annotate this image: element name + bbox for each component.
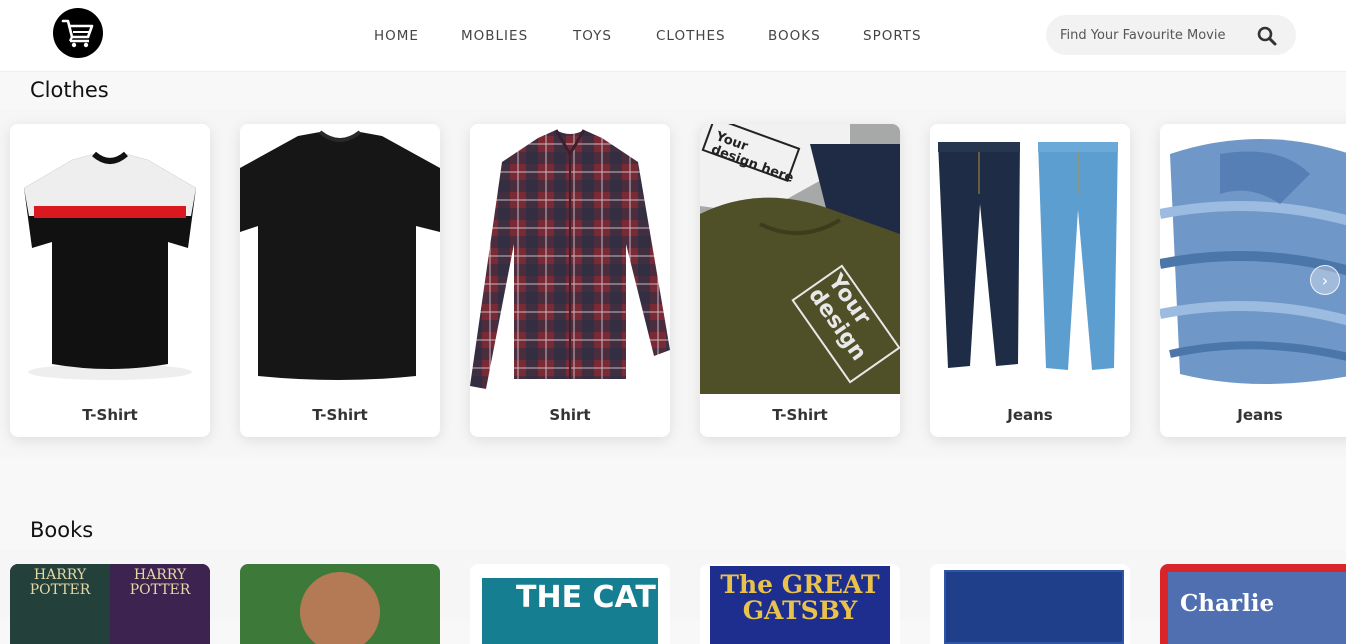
product-name: T-Shirt	[312, 406, 368, 424]
book-title: Charlie	[1180, 590, 1275, 617]
product-card[interactable]: Your design here Your design T-Shirt	[700, 124, 900, 437]
book-title: HARRY POTTER	[129, 567, 191, 598]
section-title-books: Books	[30, 518, 94, 542]
search-input[interactable]	[1060, 15, 1256, 55]
nav-link-home[interactable]: HOME	[374, 28, 419, 44]
chevron-left-icon: ‹	[21, 270, 29, 290]
navbar: HOME MOBLIES TOYS CLOTHES BOOKS SPORTS	[0, 0, 1346, 72]
nav-link-books[interactable]: BOOKS	[768, 28, 821, 44]
nav-link-sports[interactable]: SPORTS	[863, 28, 922, 44]
book-title: The GREAT GATSBY	[720, 570, 880, 625]
product-name: T-Shirt	[82, 406, 138, 424]
book-card[interactable]	[930, 564, 1130, 644]
nav-link-mobiles[interactable]: MOBLIES	[461, 28, 528, 44]
book-card[interactable]: THE CAT	[470, 564, 670, 644]
tshirt-image	[10, 124, 210, 394]
nav-link-clothes[interactable]: CLOTHES	[656, 28, 726, 44]
search-icon[interactable]	[1256, 25, 1278, 47]
carousel-next-button[interactable]: ›	[1310, 265, 1340, 295]
product-name: Shirt	[549, 406, 591, 424]
jeans-stack-image	[1160, 124, 1346, 394]
nav-link-toys[interactable]: TOYS	[573, 28, 612, 44]
book-card[interactable]	[240, 564, 440, 644]
tshirt-image	[240, 124, 440, 394]
chevron-right-icon: ›	[1321, 270, 1329, 290]
book-cover-band	[944, 570, 1124, 644]
cart-logo-icon[interactable]	[53, 8, 103, 58]
book-card[interactable]: Charlie	[1160, 564, 1346, 644]
product-name: Jeans	[1007, 406, 1053, 424]
book-card[interactable]: HARRY POTTER HARRY POTTER	[10, 564, 210, 644]
shirt-image	[470, 124, 670, 394]
product-card[interactable]: T-Shirt	[240, 124, 440, 437]
section-title-clothes: Clothes	[30, 78, 109, 102]
product-card[interactable]: Shirt	[470, 124, 670, 437]
product-name: T-Shirt	[772, 406, 828, 424]
tshirt-mockup-image: Your design here Your design	[700, 124, 900, 394]
product-card[interactable]: Jeans	[930, 124, 1130, 437]
book-title: HARRY POTTER	[29, 567, 91, 598]
product-name: Jeans	[1237, 406, 1283, 424]
jeans-image	[930, 124, 1130, 394]
product-card[interactable]: T-Shirt	[10, 124, 210, 437]
book-cover-face	[300, 572, 380, 644]
book-card[interactable]: The GREAT GATSBY	[700, 564, 900, 644]
book-title: THE CAT	[516, 580, 656, 615]
carousel-prev-button[interactable]: ‹	[10, 265, 40, 295]
